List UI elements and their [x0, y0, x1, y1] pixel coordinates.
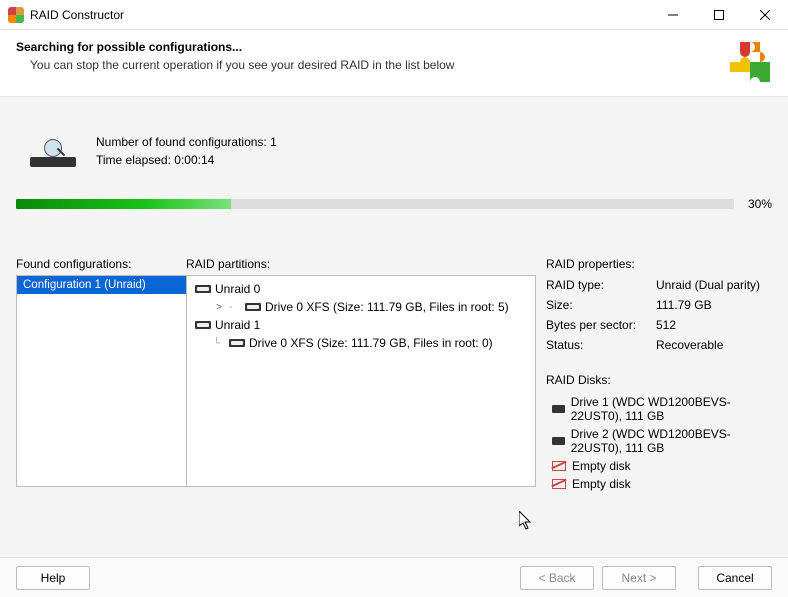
puzzle-icon	[728, 40, 772, 84]
header-title: Searching for possible configurations...	[16, 40, 242, 54]
found-configurations-list[interactable]: Configuration 1 (Unraid)	[16, 275, 186, 487]
help-button[interactable]: Help	[16, 566, 90, 590]
tree-node[interactable]: Unraid 1	[189, 316, 533, 334]
progress-percent: 30%	[748, 197, 772, 211]
back-button[interactable]: < Back	[520, 566, 594, 590]
header-subtitle: You can stop the current operation if yo…	[30, 58, 454, 72]
raid-partitions-tree[interactable]: Unraid 0 >-Drive 0 XFS (Size: 111.79 GB, …	[186, 275, 536, 487]
titlebar: RAID Constructor	[0, 0, 788, 30]
bottom-bar: Help < Back Next > Cancel	[0, 557, 788, 597]
window-title: RAID Constructor	[30, 8, 650, 22]
magnifier-icon	[30, 139, 76, 167]
tree-node-label: Unraid 0	[215, 282, 260, 296]
tree-node-label: Drive 0 XFS (Size: 111.79 GB, Files in r…	[265, 300, 509, 314]
found-configuration-item[interactable]: Configuration 1 (Unraid)	[17, 276, 186, 294]
drive-icon	[195, 321, 211, 329]
elapsed-line: Time elapsed: 0:00:14	[96, 153, 277, 167]
header: Searching for possible configurations...…	[0, 30, 788, 97]
progress-fill	[16, 199, 231, 209]
cancel-button[interactable]: Cancel	[698, 566, 772, 590]
progress-row: 30%	[16, 197, 772, 211]
tree-node-label: Drive 0 XFS (Size: 111.79 GB, Files in r…	[249, 336, 493, 350]
close-button[interactable]	[742, 0, 788, 30]
raid-properties-panel: RAID type:Unraid (Dual parity) Size:111.…	[536, 275, 772, 493]
maximize-button[interactable]	[696, 0, 742, 30]
tree-node[interactable]: Unraid 0	[189, 280, 533, 298]
raid-disk-item: Drive 2 (WDC WD1200BEVS-22UST0), 111 GB	[546, 425, 772, 457]
raid-disk-item: Empty disk	[546, 457, 772, 475]
empty-disk-icon	[552, 479, 566, 489]
minimize-button[interactable]	[650, 0, 696, 30]
partitions-label: RAID partitions:	[186, 257, 536, 271]
properties-label: RAID properties:	[536, 257, 772, 271]
tree-node[interactable]: └Drive 0 XFS (Size: 111.79 GB, Files in …	[189, 334, 533, 352]
drive-icon	[229, 339, 245, 347]
drive-icon	[245, 303, 261, 311]
tree-node[interactable]: >-Drive 0 XFS (Size: 111.79 GB, Files in…	[189, 298, 533, 316]
next-button[interactable]: Next >	[602, 566, 676, 590]
status-row: Number of found configurations: 1 Time e…	[30, 135, 772, 171]
content-area: Number of found configurations: 1 Time e…	[0, 97, 788, 570]
empty-disk-icon	[552, 461, 566, 471]
progress-bar	[16, 199, 734, 209]
raid-disks-label: RAID Disks:	[546, 373, 772, 387]
raid-disk-item: Drive 1 (WDC WD1200BEVS-22UST0), 111 GB	[546, 393, 772, 425]
chevron-right-icon[interactable]: >	[213, 302, 225, 313]
drive-icon	[552, 437, 565, 445]
app-icon	[8, 7, 24, 23]
found-count-line: Number of found configurations: 1	[96, 135, 277, 149]
raid-disk-item: Empty disk	[546, 475, 772, 493]
drive-icon	[195, 285, 211, 293]
found-label: Found configurations:	[16, 257, 186, 271]
drive-icon	[552, 405, 565, 413]
tree-node-label: Unraid 1	[215, 318, 260, 332]
